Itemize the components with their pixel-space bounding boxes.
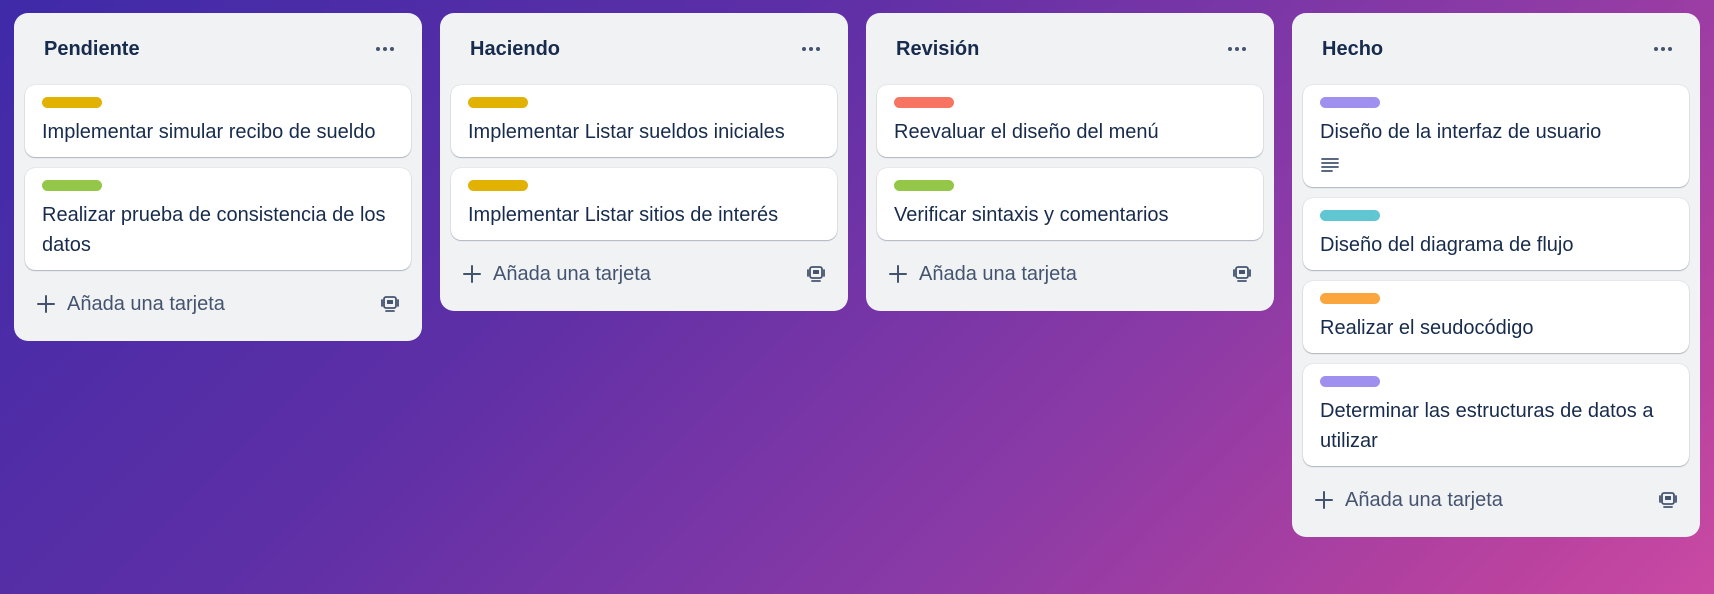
- card-label[interactable]: [468, 180, 528, 191]
- card[interactable]: Diseño del diagrama de flujo: [1303, 198, 1689, 270]
- description-icon: [1320, 153, 1672, 177]
- card-label[interactable]: [1320, 376, 1380, 387]
- list-menu-button[interactable]: [1645, 31, 1681, 67]
- card[interactable]: Implementar simular recibo de sueldo: [25, 85, 411, 157]
- add-card-button[interactable]: Añada una tarjeta: [463, 263, 651, 286]
- plus-icon: [889, 265, 907, 283]
- card-title: Diseño del diagrama de flujo: [1320, 234, 1574, 256]
- card-label[interactable]: [468, 97, 528, 108]
- list-header: Hecho: [1303, 13, 1689, 85]
- card[interactable]: Realizar el seudocódigo: [1303, 281, 1689, 353]
- card[interactable]: Reevaluar el diseño del menú: [877, 85, 1263, 157]
- list-menu-button[interactable]: [793, 31, 829, 67]
- card-label[interactable]: [1320, 210, 1380, 221]
- list-header: Pendiente: [25, 13, 411, 85]
- create-from-template-icon[interactable]: [1232, 264, 1252, 284]
- list-title[interactable]: Haciendo: [470, 38, 560, 61]
- card-title: Implementar Listar sueldos iniciales: [468, 121, 785, 143]
- list-menu-button[interactable]: [367, 31, 403, 67]
- board: Pendiente Implementar simular recibo de …: [14, 13, 1700, 537]
- plus-icon: [37, 295, 55, 313]
- add-card-label: Añada una tarjeta: [67, 292, 225, 315]
- create-from-template-icon[interactable]: [380, 294, 400, 314]
- card[interactable]: Implementar Listar sueldos iniciales: [451, 85, 837, 157]
- add-card-row: Añada una tarjeta: [877, 251, 1263, 297]
- list-revision: Revisión Reevaluar el diseño del menú Ve…: [866, 13, 1274, 311]
- add-card-row: Añada una tarjeta: [25, 281, 411, 327]
- card-title: Implementar Listar sitios de interés: [468, 204, 779, 226]
- card-title: Implementar simular recibo de sueldo: [42, 121, 376, 143]
- plus-icon: [1315, 491, 1333, 509]
- list-hecho: Hecho Diseño de la interfaz de usuario D…: [1292, 13, 1700, 537]
- add-card-button[interactable]: Añada una tarjeta: [1315, 489, 1503, 512]
- card[interactable]: Determinar las estructuras de datos a ut…: [1303, 364, 1689, 466]
- list-header: Haciendo: [451, 13, 837, 85]
- more-icon: [1228, 47, 1246, 51]
- list-title[interactable]: Pendiente: [44, 38, 140, 61]
- add-card-row: Añada una tarjeta: [1303, 477, 1689, 523]
- add-card-button[interactable]: Añada una tarjeta: [889, 263, 1077, 286]
- card[interactable]: Verificar sintaxis y comentarios: [877, 168, 1263, 240]
- add-card-label: Añada una tarjeta: [493, 262, 651, 285]
- more-icon: [802, 47, 820, 51]
- card-label[interactable]: [894, 180, 954, 191]
- add-card-label: Añada una tarjeta: [1345, 488, 1503, 511]
- list-header: Revisión: [877, 13, 1263, 85]
- create-from-template-icon[interactable]: [1658, 490, 1678, 510]
- add-card-label: Añada una tarjeta: [919, 262, 1077, 285]
- card-label[interactable]: [894, 97, 954, 108]
- more-icon: [376, 47, 394, 51]
- create-from-template-icon[interactable]: [806, 264, 826, 284]
- card[interactable]: Diseño de la interfaz de usuario: [1303, 85, 1689, 187]
- add-card-row: Añada una tarjeta: [451, 251, 837, 297]
- card-title: Reevaluar el diseño del menú: [894, 121, 1159, 143]
- card-label[interactable]: [1320, 97, 1380, 108]
- add-card-button[interactable]: Añada una tarjeta: [37, 293, 225, 316]
- more-icon: [1654, 47, 1672, 51]
- list-haciendo: Haciendo Implementar Listar sueldos inic…: [440, 13, 848, 311]
- card-title: Verificar sintaxis y comentarios: [894, 204, 1169, 226]
- plus-icon: [463, 265, 481, 283]
- card-label[interactable]: [1320, 293, 1380, 304]
- card-label[interactable]: [42, 97, 102, 108]
- card-label[interactable]: [42, 180, 102, 191]
- list-title[interactable]: Hecho: [1322, 38, 1383, 61]
- card-title: Realizar el seudocódigo: [1320, 317, 1534, 339]
- card[interactable]: Realizar prueba de consistencia de los d…: [25, 168, 411, 270]
- card-title: Realizar prueba de consistencia de los d…: [42, 204, 386, 256]
- list-menu-button[interactable]: [1219, 31, 1255, 67]
- card[interactable]: Implementar Listar sitios de interés: [451, 168, 837, 240]
- card-title: Diseño de la interfaz de usuario: [1320, 121, 1602, 143]
- list-title[interactable]: Revisión: [896, 38, 979, 61]
- list-pendiente: Pendiente Implementar simular recibo de …: [14, 13, 422, 341]
- card-title: Determinar las estructuras de datos a ut…: [1320, 400, 1654, 452]
